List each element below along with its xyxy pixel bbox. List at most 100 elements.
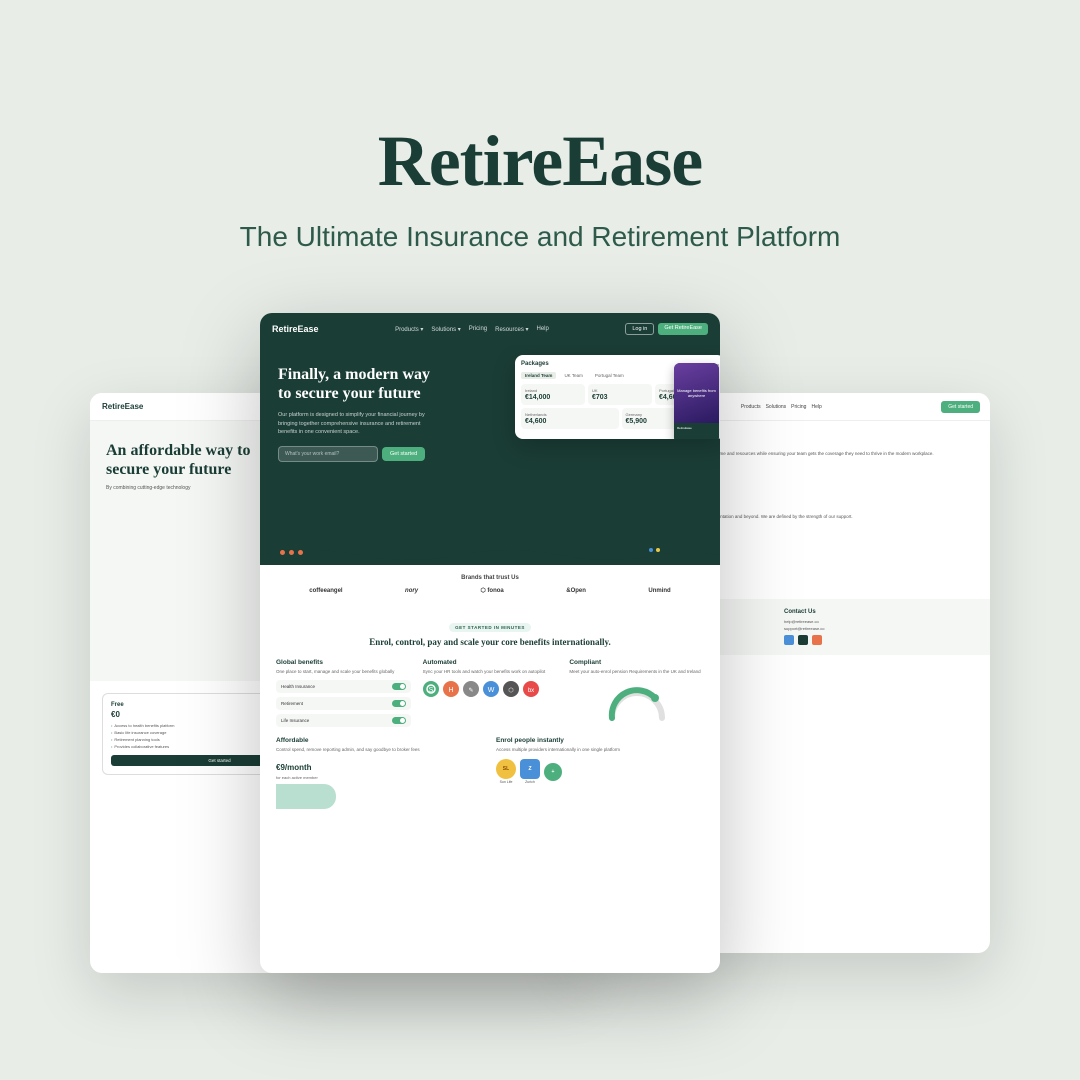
provider-logo-sunlife: SL <box>496 759 516 779</box>
features-section: GET STARTED IN MINUTES Enrol, control, p… <box>260 604 720 821</box>
mobile-bottom-text: RetireEase <box>677 426 716 430</box>
feature-global-benefits: Global benefits One place to start, mana… <box>274 659 413 729</box>
dashboard-card: Packages + Invite team Ireland Team UK T… <box>515 355 720 439</box>
auto-icon-6: bx <box>523 681 539 697</box>
dot-blue <box>649 548 653 552</box>
footer-contact-title: Contact Us <box>784 609 976 615</box>
mobile-screen: Manage benefits from anywhere <box>674 363 719 423</box>
social-twitter[interactable] <box>784 635 794 645</box>
brands-row: coffeeangel nory ⬡ fonoa &Open Unmind <box>278 587 702 594</box>
social-instagram[interactable] <box>812 635 822 645</box>
page-wrapper: RetireEase The Ultimate Insurance and Re… <box>0 0 1080 1080</box>
auto-icon-1: S <box>423 681 439 697</box>
dc-card-label: Netherlands <box>525 412 615 417</box>
brand-andopen: &Open <box>566 588 586 594</box>
feature-desc-global: One place to start, manage and scale you… <box>276 669 411 675</box>
brands-title: Brands that trust Us <box>278 575 702 581</box>
hero-headline: Finally, a modern way to secure your fut… <box>278 365 438 403</box>
team-tab-portugal: Portugal Team <box>591 372 628 379</box>
hero-cta-btn[interactable]: Get started <box>382 447 425 461</box>
provider-dot-green: + <box>544 763 562 781</box>
brand-nory: nory <box>405 588 418 594</box>
center-nav-actions: Log in Get RetireEase <box>625 323 708 335</box>
footer-contact-col: Contact Us help@retireease.co support@re… <box>784 609 976 645</box>
dc-card-value: €14,000 <box>525 394 581 401</box>
hero-subtext: Our platform is designed to simplify you… <box>278 411 433 436</box>
toggle-switch-retirement[interactable] <box>392 700 406 707</box>
provider-sunlife: SL Sun Life <box>496 759 516 784</box>
toggle-label-life: Life Insurance <box>281 718 309 723</box>
svg-text:W: W <box>487 687 494 694</box>
feature-desc-enrol: Access multiple providers internationall… <box>496 747 704 753</box>
left-hero-subtext: By combining cutting-edge technology <box>106 485 246 493</box>
nav-login-btn[interactable]: Log in <box>625 323 654 335</box>
affordable-decoration <box>276 784 336 809</box>
toggle-health: Health Insurance <box>276 680 411 693</box>
svg-text:bx: bx <box>527 688 533 694</box>
provider-logo-zurich: Z <box>520 759 540 779</box>
right-nav-cta[interactable]: Get started <box>941 401 980 413</box>
center-nav: RetireEase Products ▾ Solutions ▾ Pricin… <box>260 313 720 345</box>
feature-desc-automated: Sync your HR tools and watch your benefi… <box>423 669 558 675</box>
features-badge: GET STARTED IN MINUTES <box>449 623 531 632</box>
brand-coffeeangel: coffeeangel <box>309 588 342 594</box>
nav-link-pricing: Pricing <box>469 326 487 332</box>
dc-card-ireland: Ireland €14,000 <box>521 384 585 405</box>
mobile-screen-text: Manage benefits from anywhere <box>674 385 719 401</box>
nav-cta-btn[interactable]: Get RetireEase <box>658 323 708 335</box>
page-title: RetireEase <box>378 120 703 203</box>
social-linkedin[interactable] <box>798 635 808 645</box>
toggle-label-retirement: Retirement <box>281 701 303 706</box>
nav-link-help: Help <box>537 326 549 332</box>
dc-card-label: Ireland <box>525 388 581 393</box>
feature-affordable: Affordable Control spend, remove reporti… <box>274 737 486 809</box>
left-hero-headline: An affordable way to secure your future <box>106 441 266 479</box>
auto-icon-5: ⬡ <box>503 681 519 697</box>
auto-icon-4: W <box>483 681 499 697</box>
provider-name-zurich: Zurich <box>525 780 535 784</box>
toggle-life: Life Insurance <box>276 714 411 727</box>
feature-toggles: Health Insurance Retirement Life Insuran… <box>276 680 411 727</box>
feature-desc-affordable: Control spend, remove reporting admin, a… <box>276 747 484 753</box>
feature-title-enrol: Enrol people instantly <box>496 737 704 744</box>
right-nav-link-1: Products <box>741 404 761 410</box>
page-subtitle: The Ultimate Insurance and Retirement Pl… <box>240 221 841 253</box>
features-headline: Enrol, control, pay and scale your core … <box>274 637 706 649</box>
wave-decoration <box>260 545 720 565</box>
feature-title-global: Global benefits <box>276 659 411 666</box>
right-nav-link-3: Pricing <box>791 404 806 410</box>
footer-social <box>784 635 976 645</box>
dc-card-value: €4,600 <box>525 418 615 425</box>
brands-section: Brands that trust Us coffeeangel nory ⬡ … <box>260 565 720 604</box>
nav-link-solutions: Solutions ▾ <box>431 326 460 333</box>
svg-text:S: S <box>428 687 433 694</box>
toggle-switch-health[interactable] <box>392 683 406 690</box>
gauge-container <box>569 683 704 723</box>
toggle-switch-life[interactable] <box>392 717 406 724</box>
dot-orange <box>280 550 285 555</box>
pricing-display: €9/month for each active member <box>276 757 484 780</box>
center-nav-logo: RetireEase <box>272 324 319 334</box>
hero-email-input[interactable]: What's your work email? <box>278 446 378 462</box>
toggle-retirement: Retirement <box>276 697 411 710</box>
team-tab-uk: UK Team <box>560 372 586 379</box>
dc-card-netherlands: Netherlands €4,600 <box>521 408 619 429</box>
dot-decorations <box>280 550 303 555</box>
footer-contact-link-1[interactable]: help@retireease.co <box>784 619 976 624</box>
screenshot-center: RetireEase Products ▾ Solutions ▾ Pricin… <box>260 313 720 973</box>
provider-logos: SL Sun Life Z Zurich + <box>496 759 704 784</box>
footer-contact-link-2[interactable]: support@retireease.co <box>784 626 976 631</box>
feature-enrol-instantly: Enrol people instantly Access multiple p… <box>494 737 706 809</box>
mobile-mockup: Manage benefits from anywhere RetireEase <box>674 363 719 439</box>
feature-desc-compliant: Meet your auto-enrol pension Requirement… <box>569 669 704 675</box>
features-header: GET STARTED IN MINUTES Enrol, control, p… <box>274 616 706 649</box>
brand-fonoa: ⬡ fonoa <box>481 587 504 594</box>
affordable-price-note: for each active member <box>276 775 484 780</box>
svg-text:✎: ✎ <box>468 687 473 694</box>
affordable-price: €9/month <box>276 763 312 772</box>
auto-icon-3: ✎ <box>463 681 479 697</box>
dc-card-uk: UK €703 <box>588 384 652 405</box>
dot-decorations-right <box>649 548 660 552</box>
compliance-gauge <box>607 683 667 723</box>
svg-text:H: H <box>448 687 453 694</box>
